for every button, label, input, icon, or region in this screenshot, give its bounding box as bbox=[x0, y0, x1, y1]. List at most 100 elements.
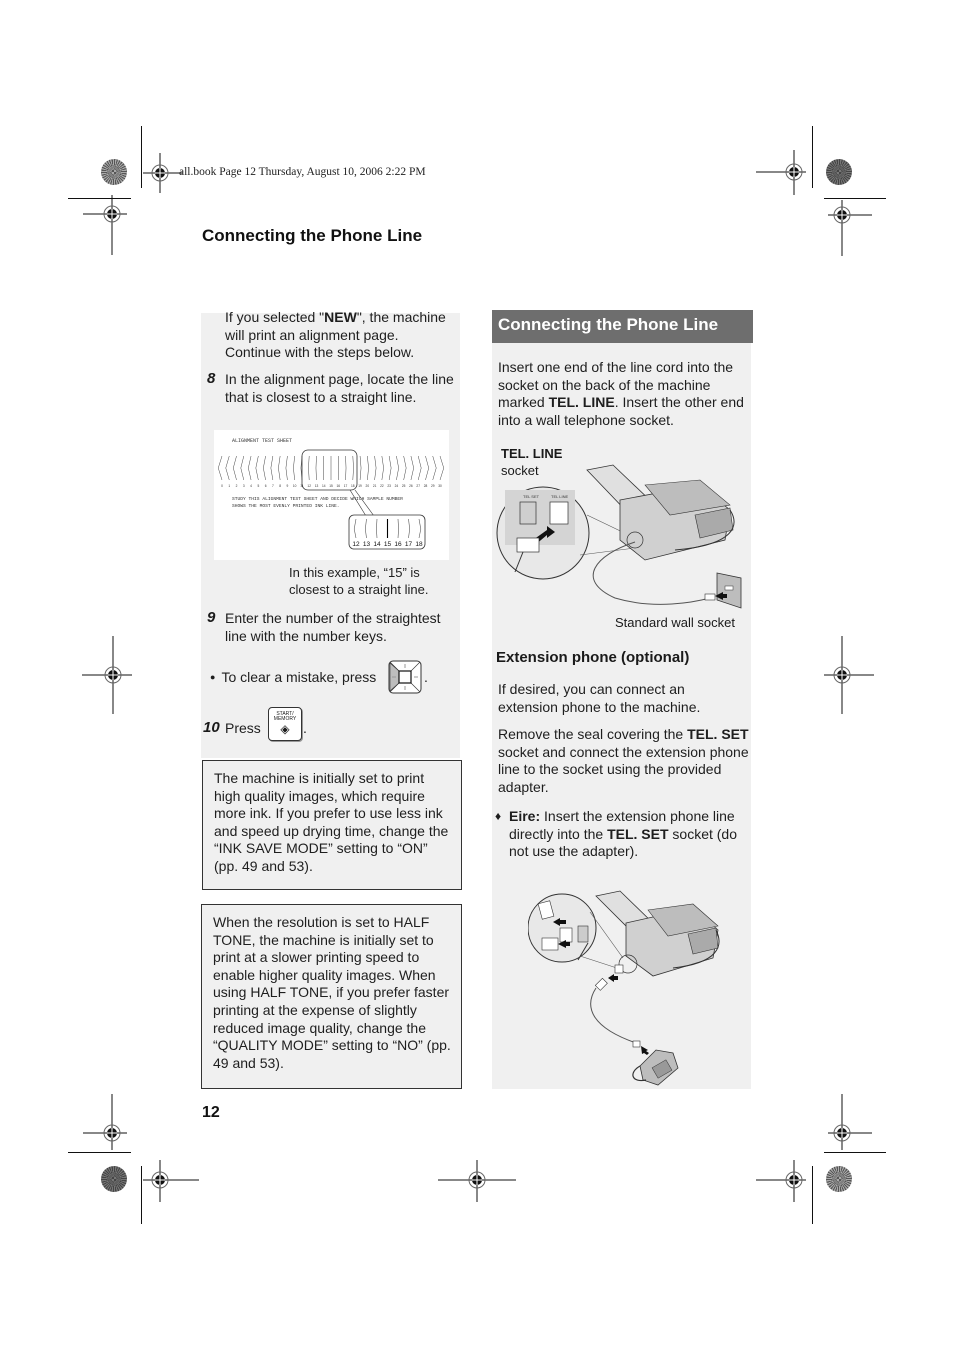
alignment-line bbox=[417, 455, 422, 481]
clear-mistake-bullet: ● To clear a mistake, press bbox=[210, 669, 376, 687]
alignment-number: 22 bbox=[380, 484, 384, 488]
alignment-sheet-graphic: ALIGNMENT TEST SHEET 0 1 2 3 4 5 6 7 8 9 10 11 12 13 1… bbox=[217, 438, 445, 550]
half-tone-note: When the resolution is set to HALF TONE,… bbox=[201, 904, 462, 1089]
step-number-10: 10 bbox=[203, 719, 220, 736]
alignment-number: 28 bbox=[424, 484, 428, 488]
color-registration-icon bbox=[826, 1166, 852, 1192]
page-number: 12 bbox=[202, 1104, 220, 1121]
zoom-alignment-number: 18 bbox=[415, 541, 423, 548]
right-section-title: Connecting the Phone Line bbox=[498, 315, 719, 334]
zoom-alignment-number: 12 bbox=[352, 541, 360, 548]
intro-bold: NEW bbox=[324, 309, 357, 325]
color-registration-icon bbox=[101, 159, 127, 185]
alignment-number: 21 bbox=[373, 484, 377, 488]
step-number-9: 9 bbox=[207, 609, 216, 626]
alignment-line bbox=[278, 455, 281, 481]
alignment-number: 18 bbox=[351, 484, 355, 488]
ink-save-note: The machine is initially set to print hi… bbox=[202, 760, 462, 890]
start-glyph-icon: ◈ bbox=[280, 722, 290, 736]
print-header: all.book Page 12 Thursday, August 10, 20… bbox=[179, 166, 426, 178]
alignment-number: 9 bbox=[287, 484, 289, 488]
bullet-dot: ● bbox=[210, 672, 216, 682]
alignment-line bbox=[367, 455, 369, 481]
alignment-number: 19 bbox=[358, 484, 362, 488]
right-intro-paragraph: Insert one end of the line cord into the… bbox=[498, 359, 750, 429]
tel-line-socket bbox=[549, 501, 569, 525]
alignment-number: 4 bbox=[250, 484, 252, 488]
eire-note: Eire: Insert the extension phone line di… bbox=[509, 808, 749, 861]
registration-mark-icon bbox=[83, 1094, 127, 1150]
alignment-instruction-1: STUDY THIS ALIGNMENT TEST SHEET AND DECI… bbox=[232, 496, 403, 502]
alignment-line bbox=[388, 455, 392, 481]
alignment-line bbox=[425, 455, 429, 481]
crop-line bbox=[68, 1152, 131, 1153]
registration-mark-icon bbox=[828, 1094, 872, 1150]
extension-phone-heading: Extension phone (optional) bbox=[496, 649, 690, 666]
alignment-line bbox=[352, 455, 354, 481]
telephone-icon bbox=[632, 1049, 679, 1086]
alignment-line bbox=[233, 455, 237, 481]
eire-bold: TEL. SET bbox=[607, 825, 669, 842]
step-9-text: Enter the number of the straightest line… bbox=[225, 610, 441, 644]
alignment-number: 1 bbox=[228, 484, 230, 488]
extension-paragraph-1: If desired, you can connect an extension… bbox=[498, 681, 701, 715]
alignment-line bbox=[263, 455, 266, 481]
tel-line-socket-label: TEL LINE bbox=[551, 494, 569, 499]
ext-p2-text-end: socket and connect the extension phone l… bbox=[498, 743, 749, 795]
alignment-number: 2 bbox=[236, 484, 238, 488]
crop-line bbox=[141, 126, 142, 188]
alignment-line bbox=[240, 455, 245, 481]
alignment-number: 17 bbox=[344, 484, 348, 488]
fax-machine-icon bbox=[595, 890, 720, 977]
registration-mark-icon bbox=[82, 636, 132, 714]
color-registration-icon bbox=[101, 1166, 127, 1192]
alignment-number: 7 bbox=[272, 484, 274, 488]
alignment-line bbox=[439, 455, 445, 481]
diamond-bullet-icon: ♦ bbox=[495, 809, 502, 823]
alignment-number: 29 bbox=[431, 484, 435, 488]
extension-phone-connection-figure bbox=[528, 890, 720, 1086]
clear-mistake-text: To clear a mistake, press bbox=[221, 669, 377, 685]
ext-p2-text: Remove the seal covering the bbox=[498, 726, 688, 742]
zoom-alignment-number: 15 bbox=[384, 541, 392, 548]
alignment-line bbox=[345, 455, 347, 481]
crop-line bbox=[812, 1166, 813, 1224]
alignment-line bbox=[410, 455, 414, 481]
plug-icon bbox=[516, 537, 540, 553]
step-8-text: In the alignment page, locate the line t… bbox=[225, 371, 454, 405]
crop-line bbox=[141, 1166, 142, 1224]
alignment-number: 26 bbox=[409, 484, 413, 488]
registration-mark-icon bbox=[824, 636, 874, 714]
alignment-line bbox=[396, 455, 399, 481]
alignment-line bbox=[359, 455, 362, 481]
alignment-number: 16 bbox=[336, 484, 340, 488]
alignment-sheet-title: ALIGNMENT TEST SHEET bbox=[232, 438, 292, 444]
alignment-number: 6 bbox=[265, 484, 267, 488]
zoom-alignment-number: 14 bbox=[373, 541, 381, 548]
left-arrow-key-icon bbox=[388, 660, 422, 694]
alignment-line bbox=[270, 455, 274, 481]
alignment-line bbox=[374, 455, 377, 481]
alignment-line bbox=[285, 455, 288, 481]
registration-mark-icon bbox=[756, 1160, 806, 1202]
color-registration-icon bbox=[826, 159, 852, 185]
registration-mark-icon bbox=[83, 195, 127, 255]
clear-mistake-period: . bbox=[424, 669, 428, 685]
intro-paragraph: If you selected "NEW", the machine will … bbox=[225, 309, 457, 362]
alignment-number: 12 bbox=[307, 484, 311, 488]
intro-text: If you selected " bbox=[225, 309, 325, 325]
registration-mark-icon bbox=[143, 1160, 199, 1202]
adapter-icon bbox=[541, 937, 559, 951]
extension-phone-cord bbox=[590, 987, 637, 1044]
alignment-number: 13 bbox=[315, 484, 319, 488]
alignment-number: 20 bbox=[366, 484, 370, 488]
registration-mark-icon bbox=[438, 1160, 516, 1202]
alignment-line bbox=[432, 455, 437, 481]
alignment-number: 8 bbox=[279, 484, 281, 488]
crop-line bbox=[824, 1152, 886, 1153]
page-section-title: Connecting the Phone Line bbox=[202, 226, 423, 245]
fax-phone-line-connection-figure: TEL SET TEL LINE bbox=[496, 464, 742, 609]
alignment-number: 3 bbox=[243, 484, 245, 488]
wall-socket-icon bbox=[716, 572, 742, 609]
alignment-line bbox=[217, 455, 223, 481]
